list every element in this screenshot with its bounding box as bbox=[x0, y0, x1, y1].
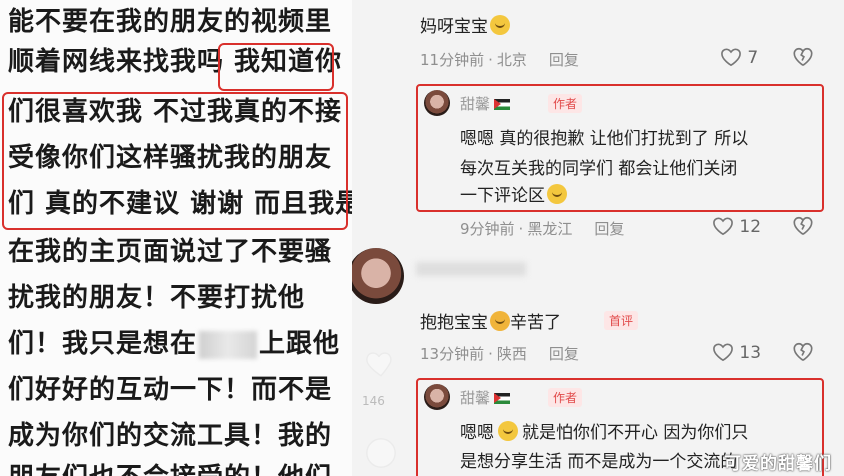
comment-2-line-3-text: 一下评论区 bbox=[460, 186, 545, 206]
comment-2-like-count: 12 bbox=[739, 217, 762, 237]
text-line-8-end: 上跟他 bbox=[259, 329, 341, 359]
like-heart-icon[interactable] bbox=[364, 346, 398, 380]
comment-3-meta: 13分钟前 · 陕西 回复 bbox=[420, 345, 579, 363]
comment-2-author-name[interactable]: 甜馨 bbox=[460, 95, 490, 113]
comment-4-line-2: 是想分享生活 而不是成为一个交流的 bbox=[460, 452, 738, 472]
heart-icon bbox=[713, 343, 733, 362]
comment-2-line-3: 一下评论区 bbox=[460, 181, 567, 206]
comment-icon[interactable] bbox=[364, 436, 398, 470]
comment-2-meta: 9分钟前 · 黑龙江 回复 bbox=[460, 220, 625, 238]
author-badge: 作者 bbox=[548, 94, 583, 113]
comment-1-time: 11分钟前 bbox=[420, 51, 485, 69]
comment-3-like-button[interactable]: 13 bbox=[712, 342, 761, 363]
first-comment-badge: 首评 bbox=[604, 311, 639, 330]
comment-3-dislike-icon[interactable] bbox=[792, 341, 814, 363]
worried-emoji-icon bbox=[498, 421, 518, 441]
comment-3-time: 13分钟前 bbox=[420, 345, 485, 363]
comments-panel: 146 妈呀宝宝 11分钟前 · 北京 回复 7 甜馨 作者 嗯嗯 真的很抱歉 让他们… bbox=[352, 0, 844, 476]
comment-3-text: 抱抱宝宝 辛苦了 bbox=[420, 308, 561, 333]
author-avatar[interactable] bbox=[424, 90, 450, 116]
author-avatar[interactable] bbox=[424, 384, 450, 410]
author-badge: 作者 bbox=[548, 388, 583, 407]
comment-4-line-1a: 嗯嗯 bbox=[460, 423, 494, 443]
comment-1-location: 北京 bbox=[496, 51, 527, 69]
comment-1-reply-button[interactable]: 回复 bbox=[549, 51, 579, 69]
text-line-8-start: 们！我只是想在 bbox=[8, 329, 198, 359]
comment-2-location: 黑龙江 bbox=[527, 220, 573, 238]
video-author-avatar[interactable] bbox=[352, 248, 404, 304]
highlight-box-small bbox=[218, 43, 334, 91]
comment-3-reply-button[interactable]: 回复 bbox=[549, 345, 579, 363]
crying-emoji-icon bbox=[490, 15, 510, 35]
watermark: 可爱的甜馨们 bbox=[724, 454, 832, 474]
comment-2-line-1: 嗯嗯 真的很抱歉 让他们打扰到了 所以 bbox=[460, 129, 749, 149]
text-line-1: 能不要在我的朋友的视频里 bbox=[8, 7, 333, 37]
flag-icon bbox=[494, 99, 511, 110]
comment-4-line-1b: 就是怕你们不开心 因为你们只 bbox=[522, 423, 749, 443]
comment-2-like-button[interactable]: 12 bbox=[712, 216, 761, 237]
comment-1-text: 妈呀宝宝 bbox=[420, 12, 510, 37]
comment-1-dislike-icon[interactable] bbox=[792, 46, 814, 68]
text-line-9: 们好好的互动一下！而不是 bbox=[8, 375, 333, 405]
comment-3-text-b: 辛苦了 bbox=[510, 313, 561, 333]
like-count: 146 bbox=[362, 394, 385, 408]
heart-icon bbox=[721, 48, 741, 67]
comment-3-like-count: 13 bbox=[739, 343, 762, 363]
comment-2-time: 9分钟前 bbox=[460, 220, 515, 238]
comment-2-dislike-icon[interactable] bbox=[792, 215, 814, 237]
comment-2-line-2: 每次互关我的同学们 都会让他们关闭 bbox=[460, 159, 738, 179]
comment-2-reply-button[interactable]: 回复 bbox=[594, 220, 624, 238]
crying-emoji-icon bbox=[547, 184, 567, 204]
text-line-6: 在我的主页面说过了不要骚 bbox=[8, 237, 333, 267]
highlight-box-large bbox=[2, 92, 348, 230]
comment-1-meta: 11分钟前 · 北京 回复 bbox=[420, 51, 579, 69]
blurred-word bbox=[199, 330, 258, 359]
text-line-10: 成为你们的交流工具！我的 bbox=[8, 421, 333, 451]
comment-4-author-row: 甜馨 bbox=[460, 387, 511, 408]
comment-1-like-count: 7 bbox=[747, 48, 759, 68]
text-line-8: 们！我只是想在 上跟他 bbox=[8, 328, 340, 360]
text-line-11: 朋友们也不会接受的！他们 bbox=[8, 462, 332, 476]
comment-4-line-1: 嗯嗯 就是怕你们不开心 因为你们只 bbox=[460, 418, 748, 443]
comment-2-author-row: 甜馨 bbox=[460, 93, 511, 114]
comment-1-like-button[interactable]: 7 bbox=[720, 47, 758, 68]
comment-3-location: 陕西 bbox=[496, 345, 527, 363]
text-line-7: 扰我的朋友！不要打扰他 bbox=[8, 283, 306, 313]
hug-emoji-icon bbox=[490, 311, 510, 331]
heart-icon bbox=[713, 217, 733, 236]
comment-1-body: 妈呀宝宝 bbox=[420, 17, 488, 37]
left-text-panel: 能不要在我的朋友的视频里 顺着网线来找我吗 我知道你 们很喜欢我 不过我真的不接… bbox=[0, 0, 352, 476]
flag-icon bbox=[494, 393, 511, 404]
blurred-username bbox=[416, 262, 526, 276]
comment-4-author-name[interactable]: 甜馨 bbox=[460, 389, 490, 407]
comment-3-text-a: 抱抱宝宝 bbox=[420, 313, 488, 333]
